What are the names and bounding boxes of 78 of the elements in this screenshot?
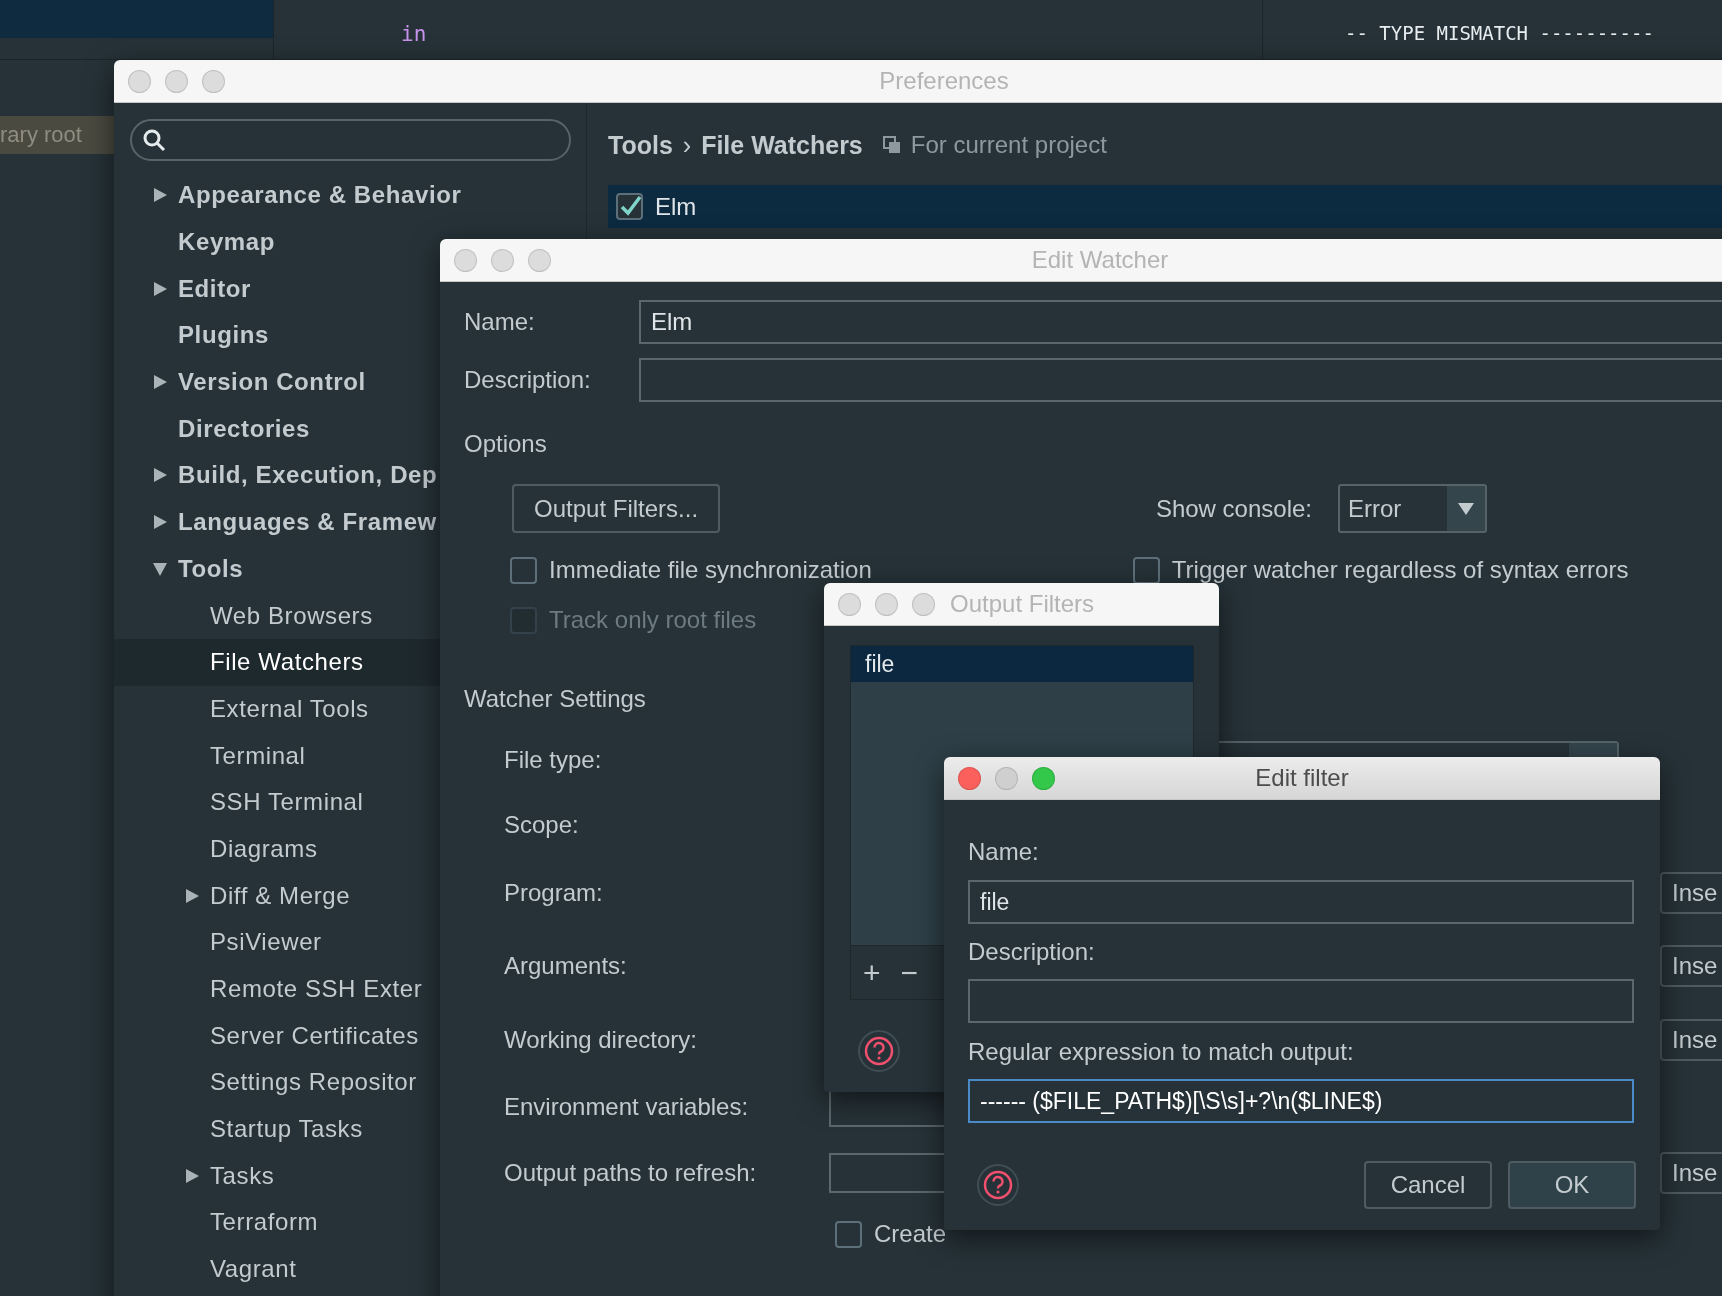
insert-button[interactable]: Inse [1660, 872, 1722, 914]
breadcrumb-item: File Watchers [701, 130, 863, 160]
insert-button[interactable]: Inse [1660, 1019, 1722, 1061]
ok-button[interactable]: OK [1508, 1161, 1636, 1209]
copy-icon [882, 136, 901, 154]
close-button[interactable] [838, 592, 861, 616]
code-keyword: in [401, 22, 427, 46]
minimize-button[interactable] [165, 69, 188, 93]
close-button[interactable] [958, 766, 981, 790]
field-label: Scope: [504, 811, 580, 839]
collapsed-arrow-icon[interactable] [152, 187, 168, 204]
checkbox-label: Create [874, 1220, 947, 1248]
checkbox[interactable] [510, 556, 537, 584]
window-title: Output Filters [950, 590, 1095, 618]
window-title: Edit Watcher [1031, 246, 1169, 274]
collapsed-arrow-icon[interactable] [152, 374, 168, 391]
breadcrumb-item: Tools [608, 130, 673, 160]
field-label: Output paths to refresh: [504, 1159, 758, 1187]
section-heading: Options [464, 430, 547, 458]
field-label: Environment variables: [504, 1093, 750, 1121]
collapsed-arrow-icon[interactable] [184, 1167, 200, 1184]
window-title: Edit filter [1255, 764, 1349, 792]
close-button[interactable] [128, 69, 151, 93]
description-field[interactable] [968, 979, 1634, 1023]
help-button[interactable] [977, 1164, 1019, 1206]
zoom-button[interactable] [528, 248, 551, 272]
field-label: Name: [968, 838, 1040, 866]
zoom-button[interactable] [202, 69, 225, 93]
checkbox-label: Trigger watcher regardless of syntax errors [1171, 556, 1629, 584]
watcher-row[interactable]: Elm [608, 185, 1722, 228]
collapsed-arrow-icon[interactable] [152, 280, 168, 297]
section-heading: Watcher Settings [464, 685, 646, 713]
checkbox[interactable] [616, 193, 643, 220]
collapsed-arrow-icon[interactable] [184, 887, 200, 904]
search-field[interactable] [130, 119, 571, 161]
error-header: -- TYPE MISMATCH ---------- [1345, 22, 1654, 44]
regex-field[interactable]: ------ ($FILE_PATH$)[\S\s]+?\n($LINE$) [968, 1079, 1634, 1123]
add-button[interactable]: + [863, 946, 881, 999]
expanded-arrow-icon[interactable] [152, 560, 168, 577]
search-icon [142, 128, 166, 152]
window-title: Preferences [879, 67, 1009, 95]
field-label: Arguments: [504, 952, 628, 980]
output-filters-button[interactable]: Output Filters... [512, 484, 721, 533]
checkbox-label: Track only root files [549, 606, 757, 634]
collapsed-arrow-icon[interactable] [152, 514, 168, 531]
zoom-button[interactable] [912, 592, 935, 616]
remove-button[interactable]: − [900, 946, 919, 999]
minimize-button[interactable] [995, 766, 1018, 790]
console-dropdown[interactable]: Error [1338, 484, 1487, 533]
description-field[interactable] [639, 358, 1722, 402]
breadcrumb-separator: › [682, 130, 692, 160]
name-field[interactable]: Elm [639, 300, 1722, 344]
list-item[interactable]: file [851, 646, 1193, 682]
field-label: Description: [968, 938, 1096, 966]
cancel-button[interactable]: Cancel [1364, 1161, 1492, 1209]
insert-button[interactable]: Inse [1660, 945, 1722, 987]
zoom-button[interactable] [1032, 766, 1055, 790]
watcher-name: Elm [655, 192, 697, 221]
field-label: Description: [464, 366, 592, 394]
checkbox[interactable] [1132, 556, 1160, 584]
dropdown-arrow-icon [1458, 502, 1474, 515]
checkbox-label: Immediate file synchronization [549, 556, 872, 584]
collapsed-arrow-icon[interactable] [152, 467, 168, 484]
field-label: Program: [504, 879, 604, 907]
field-label: Show console: [1155, 494, 1312, 523]
tree-item[interactable]: Appearance & Behavior [114, 172, 586, 219]
field-label: File type: [504, 746, 603, 774]
close-button[interactable] [454, 248, 477, 272]
field-label: Working directory: [504, 1026, 698, 1054]
minimize-button[interactable] [875, 592, 898, 616]
field-label: Regular expression to match output: [968, 1038, 1355, 1066]
minimize-button[interactable] [491, 248, 514, 272]
help-button[interactable] [858, 1030, 900, 1072]
name-field[interactable]: file [968, 880, 1634, 924]
insert-button[interactable]: Inse [1660, 1152, 1722, 1194]
scope-label: For current project [910, 131, 1107, 159]
checkbox[interactable] [835, 1220, 862, 1248]
project-label: rary root [0, 116, 114, 154]
